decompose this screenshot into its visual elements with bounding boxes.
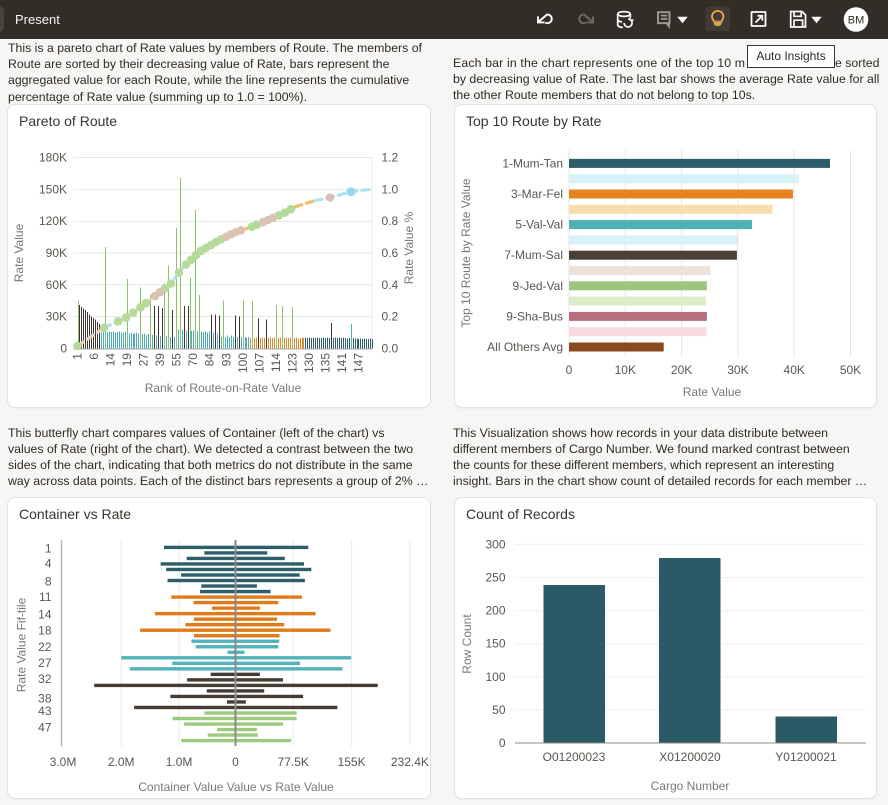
svg-text:1.0M: 1.0M — [166, 755, 193, 769]
svg-text:Rate Value: Rate Value — [683, 385, 742, 399]
svg-text:1.0: 1.0 — [382, 182, 399, 196]
svg-text:10K: 10K — [615, 363, 636, 377]
svg-text:47: 47 — [38, 721, 52, 735]
svg-text:6: 6 — [87, 353, 101, 360]
svg-text:8: 8 — [45, 574, 52, 588]
svg-text:114: 114 — [269, 353, 283, 372]
svg-text:Rank of Route-on-Rate Value: Rank of Route-on-Rate Value — [145, 381, 302, 395]
svg-text:1.2: 1.2 — [382, 151, 399, 165]
svg-text:20K: 20K — [671, 363, 692, 377]
svg-text:18: 18 — [38, 624, 52, 638]
svg-text:39: 39 — [153, 353, 167, 367]
svg-text:0.4: 0.4 — [382, 278, 399, 292]
svg-text:135: 135 — [319, 353, 333, 373]
svg-text:Rate Value: Rate Value — [12, 223, 26, 282]
svg-text:55: 55 — [170, 353, 184, 367]
svg-text:200: 200 — [485, 604, 505, 618]
svg-text:5-Val-Val: 5-Val-Val — [515, 218, 563, 232]
svg-text:4: 4 — [45, 557, 52, 571]
svg-text:0: 0 — [566, 363, 573, 377]
svg-text:155K: 155K — [338, 755, 366, 769]
svg-text:150K: 150K — [39, 182, 67, 196]
svg-text:32: 32 — [38, 672, 52, 686]
svg-text:90K: 90K — [46, 246, 67, 260]
svg-text:Container Value Value vs Rate: Container Value Value vs Rate Value — [138, 780, 334, 794]
svg-text:141: 141 — [335, 353, 349, 373]
svg-text:93: 93 — [219, 353, 233, 367]
svg-text:2.0M: 2.0M — [108, 755, 135, 769]
svg-text:9-Jed-Val: 9-Jed-Val — [513, 279, 563, 293]
svg-text:1: 1 — [71, 353, 85, 360]
svg-text:14: 14 — [38, 607, 52, 621]
svg-text:30K: 30K — [46, 310, 67, 324]
svg-text:Rate Value %: Rate Value % — [402, 211, 416, 284]
svg-text:1-Mum-Tan: 1-Mum-Tan — [502, 156, 563, 170]
svg-text:300: 300 — [485, 537, 505, 551]
svg-text:147: 147 — [352, 353, 366, 373]
svg-text:84: 84 — [203, 353, 217, 367]
svg-text:50: 50 — [492, 703, 506, 717]
svg-text:0: 0 — [499, 736, 506, 750]
svg-text:43: 43 — [38, 704, 52, 718]
svg-text:9-Sha-Bus: 9-Sha-Bus — [506, 309, 563, 323]
svg-text:130: 130 — [302, 353, 316, 373]
svg-text:3.0M: 3.0M — [50, 755, 77, 769]
svg-text:Y01200021: Y01200021 — [775, 750, 837, 764]
svg-text:27: 27 — [38, 656, 52, 670]
svg-text:All Others Avg: All Others Avg — [487, 340, 563, 354]
svg-text:11: 11 — [39, 590, 52, 604]
svg-text:0: 0 — [232, 755, 239, 769]
svg-text:0.8: 0.8 — [382, 214, 399, 228]
svg-text:0.6: 0.6 — [382, 246, 399, 260]
svg-text:250: 250 — [485, 571, 505, 585]
svg-text:150: 150 — [485, 637, 505, 651]
svg-text:120K: 120K — [39, 214, 67, 228]
svg-text:60K: 60K — [46, 278, 67, 292]
svg-text:0: 0 — [60, 342, 67, 356]
svg-text:30K: 30K — [727, 363, 748, 377]
svg-text:1: 1 — [45, 542, 52, 556]
svg-text:180K: 180K — [39, 151, 67, 165]
svg-text:77.5K: 77.5K — [278, 755, 309, 769]
svg-text:22: 22 — [38, 640, 52, 654]
svg-text:40K: 40K — [784, 363, 805, 377]
svg-text:19: 19 — [120, 353, 134, 367]
svg-text:X01200020: X01200020 — [659, 750, 721, 764]
svg-text:O01200023: O01200023 — [543, 750, 606, 764]
svg-text:3-Mar-Fel: 3-Mar-Fel — [511, 187, 563, 201]
svg-text:Top 10 Route by Rate Value: Top 10 Route by Rate Value — [459, 178, 473, 328]
svg-text:Row Count: Row Count — [460, 614, 474, 674]
svg-text:BM: BM — [848, 15, 865, 27]
svg-text:232.4K: 232.4K — [391, 755, 429, 769]
svg-text:100: 100 — [485, 670, 505, 684]
svg-text:50K: 50K — [840, 363, 861, 377]
svg-text:70: 70 — [186, 353, 200, 367]
svg-text:100: 100 — [236, 353, 250, 373]
svg-text:0.0: 0.0 — [382, 342, 399, 356]
svg-text:7-Mum-Sal: 7-Mum-Sal — [504, 248, 563, 262]
svg-text:123: 123 — [285, 353, 299, 373]
svg-text:107: 107 — [252, 353, 266, 373]
svg-text:27: 27 — [137, 353, 151, 367]
svg-text:0.2: 0.2 — [382, 310, 399, 324]
svg-text:Rate Value Fif-tile: Rate Value Fif-tile — [15, 597, 29, 692]
svg-text:Cargo Number: Cargo Number — [651, 779, 730, 793]
svg-text:14: 14 — [104, 353, 118, 367]
